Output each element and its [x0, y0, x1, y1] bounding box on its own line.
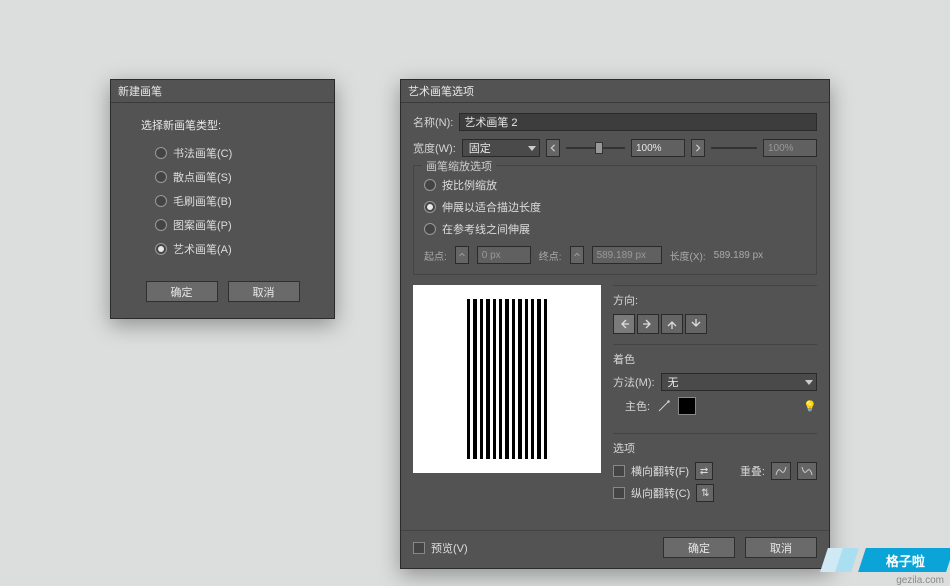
width-percent-a[interactable]: 100% [631, 139, 685, 157]
overlap-label: 重叠: [740, 463, 765, 479]
dialog-title: 艺术画笔选项 [401, 80, 829, 103]
width-slider-a[interactable] [566, 143, 625, 153]
tip-icon[interactable]: 💡 [803, 400, 817, 413]
option-label: 伸展以适合描边长度 [442, 199, 541, 215]
watermark-url: gezila.com [896, 575, 944, 586]
watermark: 格子啦 gezila.com [780, 546, 950, 586]
option-label: 在参考线之间伸展 [442, 221, 530, 237]
overlap-mode-b[interactable] [797, 462, 817, 480]
options-label: 选项 [613, 440, 817, 456]
width-decrease-button[interactable] [546, 139, 560, 157]
brush-type-bristle[interactable]: 毛刷画笔(B) [155, 189, 334, 213]
width-mode-value: 固定 [469, 140, 491, 156]
direction-left-button[interactable] [613, 314, 635, 334]
dialog1-buttons: 确定 取消 [111, 273, 334, 318]
direction-label: 方向: [613, 292, 817, 308]
name-label: 名称(N): [413, 114, 453, 130]
option-label: 艺术画笔(A) [173, 241, 232, 257]
start-value: 0 px [477, 246, 531, 264]
flip-h-icon[interactable]: ⇄ [695, 462, 713, 480]
brush-type-heading: 选择新画笔类型: [111, 103, 334, 141]
method-value: 无 [668, 374, 679, 390]
option-label: 散点画笔(S) [173, 169, 232, 185]
direction-up-button[interactable] [661, 314, 683, 334]
end-stepper[interactable] [570, 246, 584, 264]
option-label: 图案画笔(P) [173, 217, 232, 233]
width-label: 宽度(W): [413, 140, 456, 156]
name-input[interactable] [459, 113, 817, 131]
ok-button[interactable]: 确定 [146, 281, 218, 302]
stripes-sample [467, 299, 547, 459]
flip-v-checkbox[interactable] [613, 487, 625, 499]
start-stepper[interactable] [455, 246, 469, 264]
ok-button[interactable]: 确定 [663, 537, 735, 558]
direction-section: 方向: [613, 285, 817, 334]
keycolor-label: 主色: [625, 398, 650, 414]
brush-type-scatter[interactable]: 散点画笔(S) [155, 165, 334, 189]
start-label: 起点: [424, 248, 447, 263]
scale-proportional[interactable]: 按比例缩放 [424, 174, 806, 196]
direction-right-button[interactable] [637, 314, 659, 334]
flip-v-icon[interactable]: ⇅ [696, 484, 714, 502]
direction-down-button[interactable] [685, 314, 707, 334]
option-label: 书法画笔(C) [173, 145, 232, 161]
end-value: 589.189 px [592, 246, 662, 264]
flip-v-label: 纵向翻转(C) [631, 485, 690, 501]
width-percent-b: 100% [763, 139, 817, 157]
brush-preview [413, 285, 601, 473]
length-value: 589.189 px [714, 250, 764, 261]
overlap-mode-a[interactable] [771, 462, 791, 480]
brush-type-list: 书法画笔(C) 散点画笔(S) 毛刷画笔(B) 图案画笔(P) 艺术画笔(A) [111, 141, 334, 273]
flip-h-checkbox[interactable] [613, 465, 625, 477]
option-label: 毛刷画笔(B) [173, 193, 232, 209]
scale-group-label: 画笔缩放选项 [422, 158, 496, 174]
art-brush-options-dialog: 艺术画笔选项 名称(N): 宽度(W): 固定 100% 100% 画笔缩放选项… [400, 79, 830, 569]
width-slider-b[interactable] [711, 143, 757, 153]
cancel-button[interactable]: 取消 [228, 281, 300, 302]
keycolor-swatch[interactable] [678, 397, 696, 415]
dropdown-icon [805, 380, 813, 385]
width-increase-button[interactable] [691, 139, 705, 157]
scale-stretch-guides[interactable]: 在参考线之间伸展 [424, 218, 806, 240]
new-brush-dialog: 新建画笔 选择新画笔类型: 书法画笔(C) 散点画笔(S) 毛刷画笔(B) 图案… [110, 79, 335, 319]
options-section: 选项 横向翻转(F) ⇄ 重叠: 纵向翻转(C) ⇅ [613, 433, 817, 510]
method-label: 方法(M): [613, 374, 655, 390]
length-label: 长度(X): [670, 248, 706, 263]
flip-h-label: 横向翻转(F) [631, 463, 689, 479]
dialog2-footer: 预览(V) 确定 取消 [401, 530, 829, 568]
preview-label: 预览(V) [431, 540, 468, 556]
colorize-label: 着色 [613, 351, 817, 367]
option-label: 按比例缩放 [442, 177, 497, 193]
dropdown-icon [528, 146, 536, 151]
colorize-section: 着色 方法(M): 无 主色: 💡 [613, 344, 817, 423]
scale-stretch-fit[interactable]: 伸展以适合描边长度 [424, 196, 806, 218]
brush-type-calligraphy[interactable]: 书法画笔(C) [155, 141, 334, 165]
watermark-text: 格子啦 [886, 551, 925, 570]
brush-type-pattern[interactable]: 图案画笔(P) [155, 213, 334, 237]
brush-type-art[interactable]: 艺术画笔(A) [155, 237, 334, 261]
preview-checkbox[interactable] [413, 542, 425, 554]
width-mode-select[interactable]: 固定 [462, 139, 540, 157]
scale-options-group: 画笔缩放选项 按比例缩放 伸展以适合描边长度 在参考线之间伸展 起点: 0 px… [413, 165, 817, 275]
eyedropper-icon[interactable] [656, 398, 672, 414]
method-select[interactable]: 无 [661, 373, 817, 391]
dialog-title: 新建画笔 [111, 80, 334, 103]
end-label: 终点: [539, 248, 562, 263]
